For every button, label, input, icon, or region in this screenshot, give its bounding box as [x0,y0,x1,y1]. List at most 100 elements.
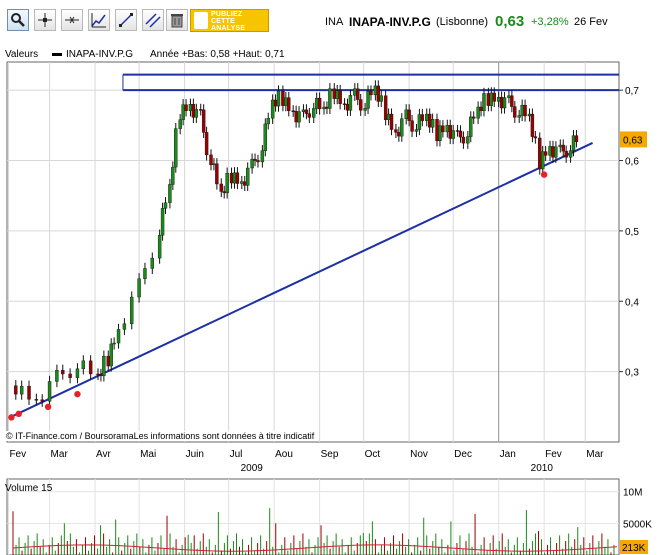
candle-body [551,146,555,158]
candle-body [250,158,254,169]
candle-body [81,360,86,370]
candle-body [332,88,336,99]
candle-body [209,154,213,165]
candle-body [181,104,185,120]
x-tick-label: Jan [500,449,516,460]
candle-body [510,95,514,107]
candle-body [564,150,568,158]
year-label: 2010 [531,463,554,474]
candle-body [520,104,524,116]
candle-body [358,99,363,111]
candle-body [284,97,288,106]
candle-body [554,146,558,158]
data-credit: © IT-Finance.com / BoursoramaLes informa… [6,431,315,441]
support-touch-marker [540,171,548,178]
plot-area [6,61,620,443]
candle-body [366,90,370,109]
candle-body [266,118,270,125]
candle-body [96,373,100,376]
candle-body [137,278,141,298]
candle-body [404,109,408,119]
candle-body [472,116,476,119]
candle-body [386,113,391,120]
x-tick-label: Avr [96,449,111,460]
candle-body [184,104,188,111]
candle-body [400,118,404,137]
candle-body [469,116,473,137]
support-touch-marker [44,403,52,411]
candle-body [448,125,452,139]
candle-body [301,109,306,112]
candle-body [229,172,234,184]
x-tick-label: Fev [9,449,26,460]
candle-body [489,92,494,106]
candle-body [538,137,542,170]
x-tick-label: Mar [51,449,69,460]
candle-body [397,132,401,137]
x-tick-label: Aou [275,449,293,460]
candle-body [466,136,470,144]
candle-body [328,88,332,109]
candle-body [414,129,419,132]
candle-body [420,114,425,121]
candle-body [353,88,357,96]
candle-body [273,99,278,107]
x-tick-label: Oct [365,449,381,460]
candle-body [342,103,347,105]
candle-body [548,146,552,156]
candle-body [363,108,367,111]
x-tick-label: Fev [545,449,562,460]
candle-body [143,268,147,279]
candle-body [232,172,237,184]
candle-body [99,374,103,377]
candle-body [19,385,24,395]
candle-body [571,135,576,151]
candle-body [312,108,316,118]
candle-body [486,93,491,106]
x-tick-label: Mar [586,449,604,460]
candle-body [88,360,93,375]
candle-body [407,109,411,121]
candle-body [256,160,260,163]
candle-body [383,95,388,120]
candle-body [171,166,175,185]
candle-body [356,88,360,100]
candle-body [157,234,162,259]
candle-body [178,119,182,129]
candle-body [225,172,229,194]
volume-label: Volume 15 [5,483,53,494]
candle-body [394,129,398,133]
candle-body [294,111,298,123]
candle-body [430,119,435,128]
x-tick-label: Mai [140,449,156,460]
y-tick-label: 0,5 [625,227,639,238]
candle-body [174,128,178,168]
y-tick-label: 0,7 [625,86,639,97]
candle-body [373,85,378,96]
candle-body [527,113,532,117]
support-touch-marker [15,410,22,418]
volume-last-tag-label: 213K [622,543,646,554]
candle-body [325,106,329,109]
last-price-tag-label: 0,63 [623,135,643,146]
candle-body [568,150,573,158]
candle-body [245,167,250,186]
candle-body [109,343,113,367]
candle-body [188,104,193,111]
candle-body [492,92,496,102]
candle-body [201,109,206,133]
candle-body [513,106,517,118]
candle-body [34,399,39,401]
candle-body [215,163,219,185]
candle-body [122,323,127,330]
candle-body [427,113,432,128]
support-touch-marker [8,414,15,421]
candle-body [222,191,226,194]
candle-body [112,342,116,345]
candle-body [130,296,134,324]
candle-body [540,151,545,170]
candle-body [40,399,44,402]
x-tick-label: Nov [410,449,428,460]
candle-body [102,355,106,377]
candle-body [523,104,527,117]
